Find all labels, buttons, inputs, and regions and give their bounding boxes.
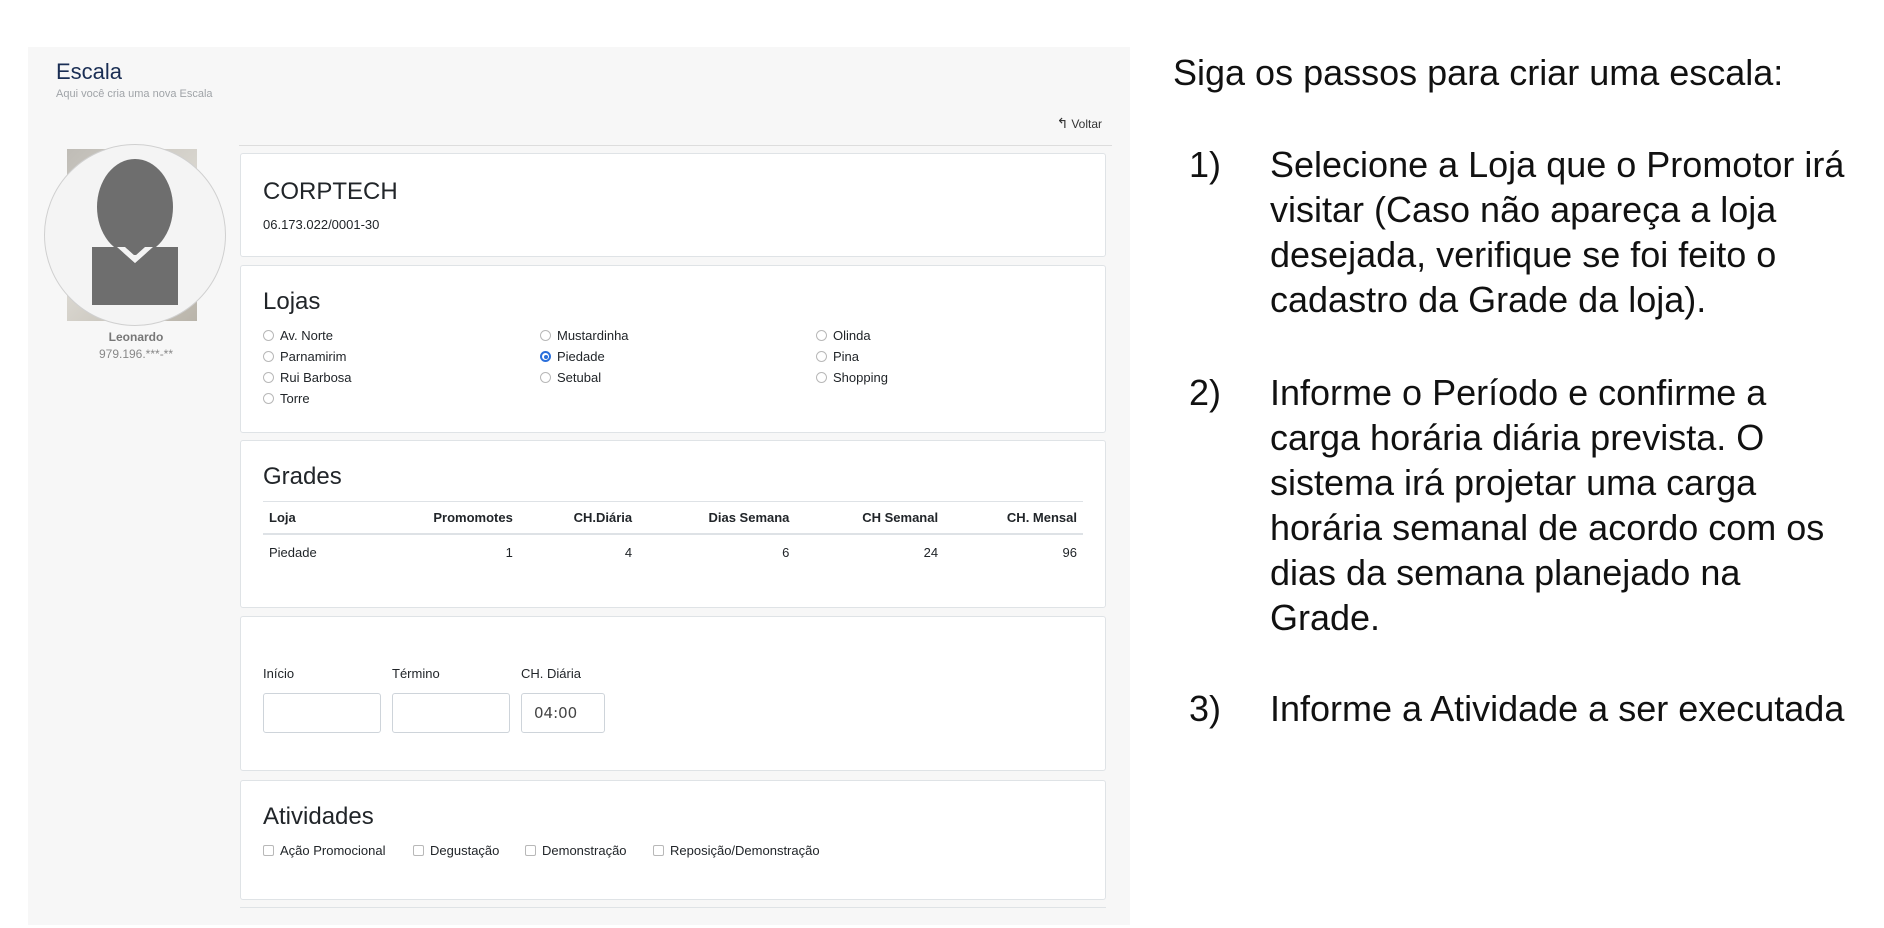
grades-table: Loja Promomotes CH.Diária Dias Semana CH… xyxy=(263,501,1083,570)
store-option[interactable]: Shopping xyxy=(816,370,888,385)
table-cell: Piedade xyxy=(269,545,317,560)
radio-icon xyxy=(816,372,827,383)
avatar xyxy=(44,144,226,326)
company-cnpj: 06.173.022/0001-30 xyxy=(263,217,380,232)
table-row: Piedade 1 4 6 24 96 xyxy=(263,534,1083,570)
column-header: Dias Semana xyxy=(638,501,796,535)
column-header: CH.Diária xyxy=(518,501,639,535)
store-option[interactable]: Olinda xyxy=(816,328,871,343)
grades-title: Grades xyxy=(263,463,342,490)
start-date-input[interactable] xyxy=(263,693,381,733)
activity-checkbox[interactable]: Degustação xyxy=(413,843,499,858)
table-header-row: Loja Promomotes CH.Diária Dias Semana CH… xyxy=(263,501,1083,535)
end-label: Término xyxy=(392,666,440,681)
store-option[interactable]: Mustardinha xyxy=(540,328,629,343)
daily-hours-label: CH. Diária xyxy=(521,666,581,681)
radio-icon xyxy=(263,372,274,383)
column-header: Loja xyxy=(263,501,365,535)
radio-icon xyxy=(263,393,274,404)
table-cell: 6 xyxy=(782,545,790,560)
radio-icon xyxy=(263,330,274,341)
table-cell: 96 xyxy=(1062,545,1077,560)
store-option[interactable]: Torre xyxy=(263,391,310,406)
column-header: Promomotes xyxy=(364,501,519,535)
checkbox-icon xyxy=(653,845,664,856)
store-option-selected[interactable]: Piedade xyxy=(540,349,605,364)
step-number: 3) xyxy=(1189,688,1222,729)
instructions-title: Siga os passos para criar uma escala: xyxy=(1173,52,1784,93)
table-cell: 4 xyxy=(624,545,633,560)
radio-icon xyxy=(540,330,551,341)
table-cell: 24 xyxy=(923,545,939,560)
grades-card: Grades Loja Promomotes CH.Diária Dias Se… xyxy=(240,440,1106,608)
step-text: Informe o Período e confirme a carga hor… xyxy=(1270,372,1825,638)
activities-card: Atividades Ação Promocional Degustação D… xyxy=(240,780,1106,900)
activity-checkbox[interactable]: Ação Promocional xyxy=(263,843,386,858)
page-subtitle: Aqui você cria uma nova Escala xyxy=(56,88,213,100)
back-button[interactable]: ↰ Voltar xyxy=(1057,115,1102,132)
page-title: Escala xyxy=(56,59,123,84)
store-option[interactable]: Pina xyxy=(816,349,859,364)
step-text: Selecione a Loja que o Promotor irá visi… xyxy=(1270,144,1845,320)
end-date-input[interactable] xyxy=(392,693,510,733)
start-label: Início xyxy=(263,666,295,681)
checkbox-icon xyxy=(413,845,424,856)
store-option[interactable]: Parnamirim xyxy=(263,349,346,364)
store-option[interactable]: Setubal xyxy=(540,370,601,385)
store-option[interactable]: Av. Norte xyxy=(263,328,333,343)
stores-title: Lojas xyxy=(263,288,321,315)
company-card: CORPTECH 06.173.022/0001-30 xyxy=(240,153,1106,257)
daily-hours-input[interactable] xyxy=(521,693,605,733)
radio-icon xyxy=(263,351,274,362)
checkbox-icon xyxy=(525,845,536,856)
step-text: Informe a Atividade a ser executada xyxy=(1270,688,1845,729)
period-card: Início Término CH. Diária xyxy=(240,616,1106,771)
back-label: Voltar xyxy=(1071,117,1102,131)
divider xyxy=(240,907,1106,908)
divider xyxy=(239,145,1112,146)
store-option[interactable]: Rui Barbosa xyxy=(263,370,352,385)
step-number: 2) xyxy=(1189,372,1222,413)
checkbox-icon xyxy=(263,845,274,856)
table-cell: 1 xyxy=(505,545,513,560)
radio-icon xyxy=(540,372,551,383)
column-header: CH Semanal xyxy=(795,501,945,535)
column-header: CH. Mensal xyxy=(944,501,1083,535)
radio-icon xyxy=(816,351,827,362)
activity-checkbox[interactable]: Demonstração xyxy=(525,843,627,858)
back-arrow-icon: ↰ xyxy=(1056,115,1069,131)
activity-checkbox[interactable]: Reposição/Demonstração xyxy=(653,843,820,858)
app-panel: Escala Aqui você cria uma nova Escala ↰ V… xyxy=(28,47,1130,925)
radio-icon xyxy=(816,330,827,341)
promoter-name: Leonardo xyxy=(108,330,164,344)
activities-title: Atividades xyxy=(263,803,374,830)
step-number: 1) xyxy=(1189,144,1222,185)
stores-card: Lojas Av. Norte Parnamirim Rui Barbosa T… xyxy=(240,265,1106,433)
radio-selected-icon xyxy=(540,351,551,362)
company-name: CORPTECH xyxy=(263,178,398,205)
promoter-document: 979.196.***-** xyxy=(98,347,174,361)
avatar-placeholder-icon xyxy=(44,144,226,326)
